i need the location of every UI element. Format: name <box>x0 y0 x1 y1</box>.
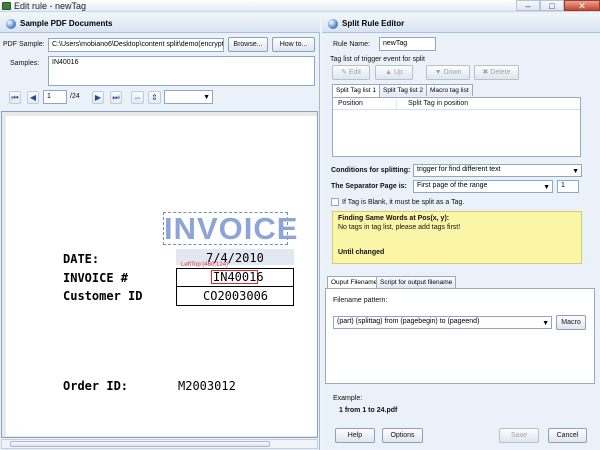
tab-split-tag-list-2[interactable]: Split Tag list 2 <box>379 84 427 96</box>
close-button[interactable]: ✕ <box>564 0 600 11</box>
col-split-tag[interactable]: Split Tag in position <box>408 100 468 107</box>
rule-name-label: Rule Name: <box>333 41 370 48</box>
filename-pattern-label: Filename pattern: <box>333 297 388 304</box>
save-button[interactable]: Save <box>499 428 539 443</box>
down-label: Down <box>443 69 462 76</box>
fit-page-button[interactable]: ⇕ <box>148 91 161 104</box>
chevron-down-icon: ▼ <box>203 94 210 101</box>
chevron-down-icon: ▼ <box>543 184 550 191</box>
output-filename-panel: Filename pattern: (part) (splittag) from… <box>325 288 595 384</box>
rule-name-input[interactable]: newTag <box>379 37 436 51</box>
split-rule-title: Split Rule Editor <box>342 19 405 28</box>
page-number-input[interactable]: 1 <box>43 90 67 104</box>
conditions-select[interactable]: trigger for find different text ▼ <box>413 164 582 177</box>
column-divider <box>396 99 397 109</box>
order-id-label: Order ID: <box>63 379 129 393</box>
help-button[interactable]: Help <box>335 428 375 443</box>
separator-select[interactable]: First page of the range ▼ <box>413 180 553 193</box>
blank-tag-label: If Tag is Blank, it must be split as a T… <box>342 199 465 206</box>
prev-page-icon: ◀ <box>29 93 37 102</box>
customer-id-label: Customer ID <box>63 289 143 303</box>
split-rule-panel: Split Rule Editor Rule Name: newTag Tag … <box>322 14 600 450</box>
invoice-number-value[interactable]: IN40016 <box>213 270 264 284</box>
conditions-value: trigger for find different text <box>417 166 501 173</box>
app-icon <box>2 2 11 10</box>
delete-button[interactable]: ✖ Delete <box>474 65 519 80</box>
browse-button[interactable]: Browse... <box>228 37 268 52</box>
split-rule-icon <box>328 19 338 29</box>
fit-width-button[interactable]: ⇔ <box>131 91 144 104</box>
example-label: Example: <box>333 395 363 402</box>
chevron-down-icon: ▼ <box>572 168 579 175</box>
horizontal-scrollbar[interactable] <box>1 439 318 449</box>
finding-info-box: Finding Same Words at Pos(x, y): No tags… <box>332 211 582 264</box>
pdf-page: INVOICE DATE: 7/4/2010 LeftTop:(460,124)… <box>6 116 317 436</box>
chevron-down-icon: ▼ <box>542 320 549 327</box>
col-position[interactable]: Position <box>338 100 363 107</box>
up-label: Up <box>393 69 403 76</box>
edit-icon: ✎ <box>341 69 349 76</box>
tab-split-tag-list-1[interactable]: Split Tag list 1 <box>332 84 380 97</box>
last-page-button[interactable]: ⏭ <box>110 91 122 104</box>
separator-label: The Separator Page is: <box>331 183 407 190</box>
customer-id-value[interactable]: CO2003006 <box>203 289 268 303</box>
macro-button[interactable]: Macro <box>556 315 586 330</box>
filename-pattern-value: (part) (splittag) from (pagebegin) to (p… <box>337 318 480 325</box>
tag-list-table[interactable]: Position Split Tag in position <box>332 97 581 157</box>
delete-label: Delete <box>490 69 511 76</box>
fit-width-icon: ⇔ <box>133 93 142 102</box>
invoice-heading[interactable]: INVOICE <box>163 212 297 245</box>
down-button[interactable]: ▼ Down <box>426 65 470 80</box>
maximize-button[interactable]: □ <box>540 0 564 11</box>
tag-list-tabs: Split Tag list 1 Split Tag list 2 Macro … <box>332 84 592 97</box>
pdf-sample-label: PDF Sample: <box>3 41 45 48</box>
window-title: Edit rule - newTag <box>14 1 87 11</box>
sample-panel-header: Sample PDF Documents <box>0 14 320 33</box>
split-rule-header: Split Rule Editor <box>322 14 600 33</box>
up-button[interactable]: ▲ Up <box>375 65 413 80</box>
prev-page-button[interactable]: ◀ <box>27 91 39 104</box>
pdf-preview[interactable]: INVOICE DATE: 7/4/2010 LeftTop:(460,124)… <box>1 111 318 438</box>
pdf-documents-icon <box>6 19 16 29</box>
blank-tag-checkbox[interactable] <box>331 198 339 206</box>
tag-list-label: Tag list of trigger event for split <box>330 56 425 63</box>
edit-label: Edit <box>348 69 361 76</box>
edit-button[interactable]: ✎ Edit <box>332 65 370 80</box>
table-header: Position Split Tag in position <box>333 98 580 110</box>
samples-textarea[interactable]: IN40016 <box>48 56 315 86</box>
invoice-number-label: INVOICE # <box>63 271 129 285</box>
arrow-up-icon: ▲ <box>385 69 394 76</box>
last-page-icon: ⏭ <box>112 93 120 102</box>
filename-pattern-select[interactable]: (part) (splittag) from (pagebegin) to (p… <box>333 316 552 329</box>
minimize-button[interactable]: – <box>516 0 540 11</box>
options-button[interactable]: Options <box>382 428 423 443</box>
samples-label: Samples: <box>10 60 40 67</box>
next-page-button[interactable]: ▶ <box>92 91 104 104</box>
order-id-value[interactable]: M2003012 <box>178 379 236 393</box>
until-changed: Until changed <box>338 249 385 256</box>
cancel-button[interactable]: Cancel <box>548 428 587 443</box>
pdf-sample-input[interactable]: C:\Users\mobiano6\Desktop\content split\… <box>48 38 224 52</box>
tab-macro-tag-list[interactable]: Macro tag list <box>426 84 473 96</box>
first-page-button[interactable]: ⏮ <box>9 91 21 104</box>
fit-page-icon: ⇕ <box>151 93 158 102</box>
zoom-select[interactable]: ▼ <box>164 90 213 104</box>
finding-title: Finding Same Words at Pos(x, y): <box>338 215 450 222</box>
sample-panel-title: Sample PDF Documents <box>20 19 113 28</box>
scrollbar-thumb[interactable] <box>10 441 270 447</box>
date-label: DATE: <box>63 252 100 266</box>
conditions-label: Conditions for splitting: <box>331 167 411 174</box>
example-value: 1 from 1 to 24.pdf <box>339 407 398 414</box>
sample-panel: Sample PDF Documents PDF Sample: C:\User… <box>0 14 320 450</box>
next-page-icon: ▶ <box>94 93 102 102</box>
how-to-button[interactable]: How to... <box>272 37 315 52</box>
window-titlebar: Edit rule - newTag – □ ✕ <box>0 0 600 12</box>
first-page-icon: ⏮ <box>11 93 19 102</box>
tab-script-output-filename[interactable]: Script for output filename <box>376 276 457 288</box>
finding-message: No tags in tag list, please add tags fir… <box>338 224 461 231</box>
separator-value: First page of the range <box>417 182 488 189</box>
separator-page-number[interactable]: 1 <box>557 180 579 193</box>
page-total: /24 <box>70 93 80 100</box>
